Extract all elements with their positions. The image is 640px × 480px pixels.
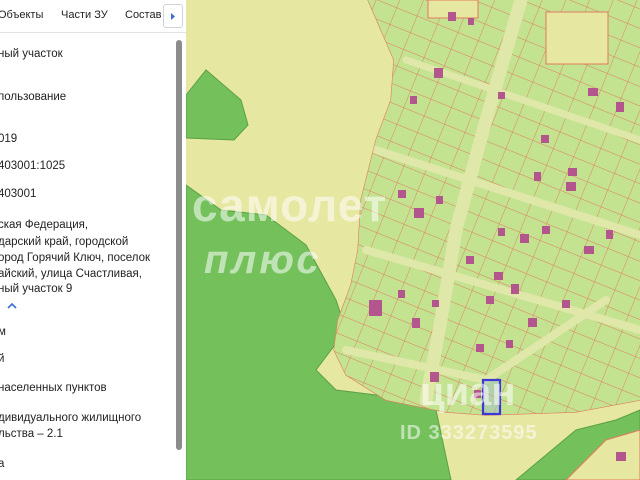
cadastral-map[interactable]: самолет плюс циан ID 333273595: [186, 0, 640, 480]
watermark-cian: циан: [420, 370, 516, 414]
status-value: й: [0, 351, 4, 367]
address-line-1: ская Федерация,: [0, 219, 89, 231]
land-type-value: ный участок: [0, 48, 63, 60]
quarter-value: 403001: [0, 188, 37, 200]
building: [616, 452, 626, 461]
chevron-up-icon: [7, 302, 17, 309]
panel-scrollbar[interactable]: [176, 40, 182, 450]
address-line-5: ный участок 9: [0, 283, 73, 295]
usage-value: пользование: [0, 91, 67, 103]
tab-bar: Объекты Части ЗУ Состав: [0, 0, 186, 33]
year-value: 019: [0, 133, 18, 145]
tab-composition[interactable]: Состав: [125, 9, 161, 21]
open-lot[interactable]: [545, 11, 609, 65]
last-row-value: а: [0, 456, 4, 472]
tab-objects[interactable]: Объекты: [0, 9, 43, 21]
info-panel: Объекты Части ЗУ Состав ный участок поль…: [0, 0, 187, 480]
collapse-address-button[interactable]: [7, 296, 17, 314]
area-value: м: [0, 324, 6, 340]
permitted-use-line-1: дивидуального жилищного: [0, 412, 142, 424]
address-line-2: дарский край, городской: [0, 236, 129, 248]
address-line-3: ород Горячий Ключ, поселок: [0, 252, 151, 264]
cadastral-number-value: 403001:1025: [0, 160, 66, 172]
chevron-right-icon: [171, 13, 175, 20]
address-line-4: айский, улица Счастливая,: [0, 268, 142, 280]
tabs-next-button[interactable]: [163, 4, 183, 28]
watermark-brand-top: самолет: [192, 179, 388, 231]
category-value: населенных пунктов: [0, 382, 107, 394]
watermark-listing-id: ID 333273595: [400, 422, 538, 444]
permitted-use-line-2: льства – 2.1: [0, 428, 63, 440]
tab-parts[interactable]: Части ЗУ: [61, 9, 108, 21]
watermark-brand-bottom: плюс: [204, 238, 322, 282]
